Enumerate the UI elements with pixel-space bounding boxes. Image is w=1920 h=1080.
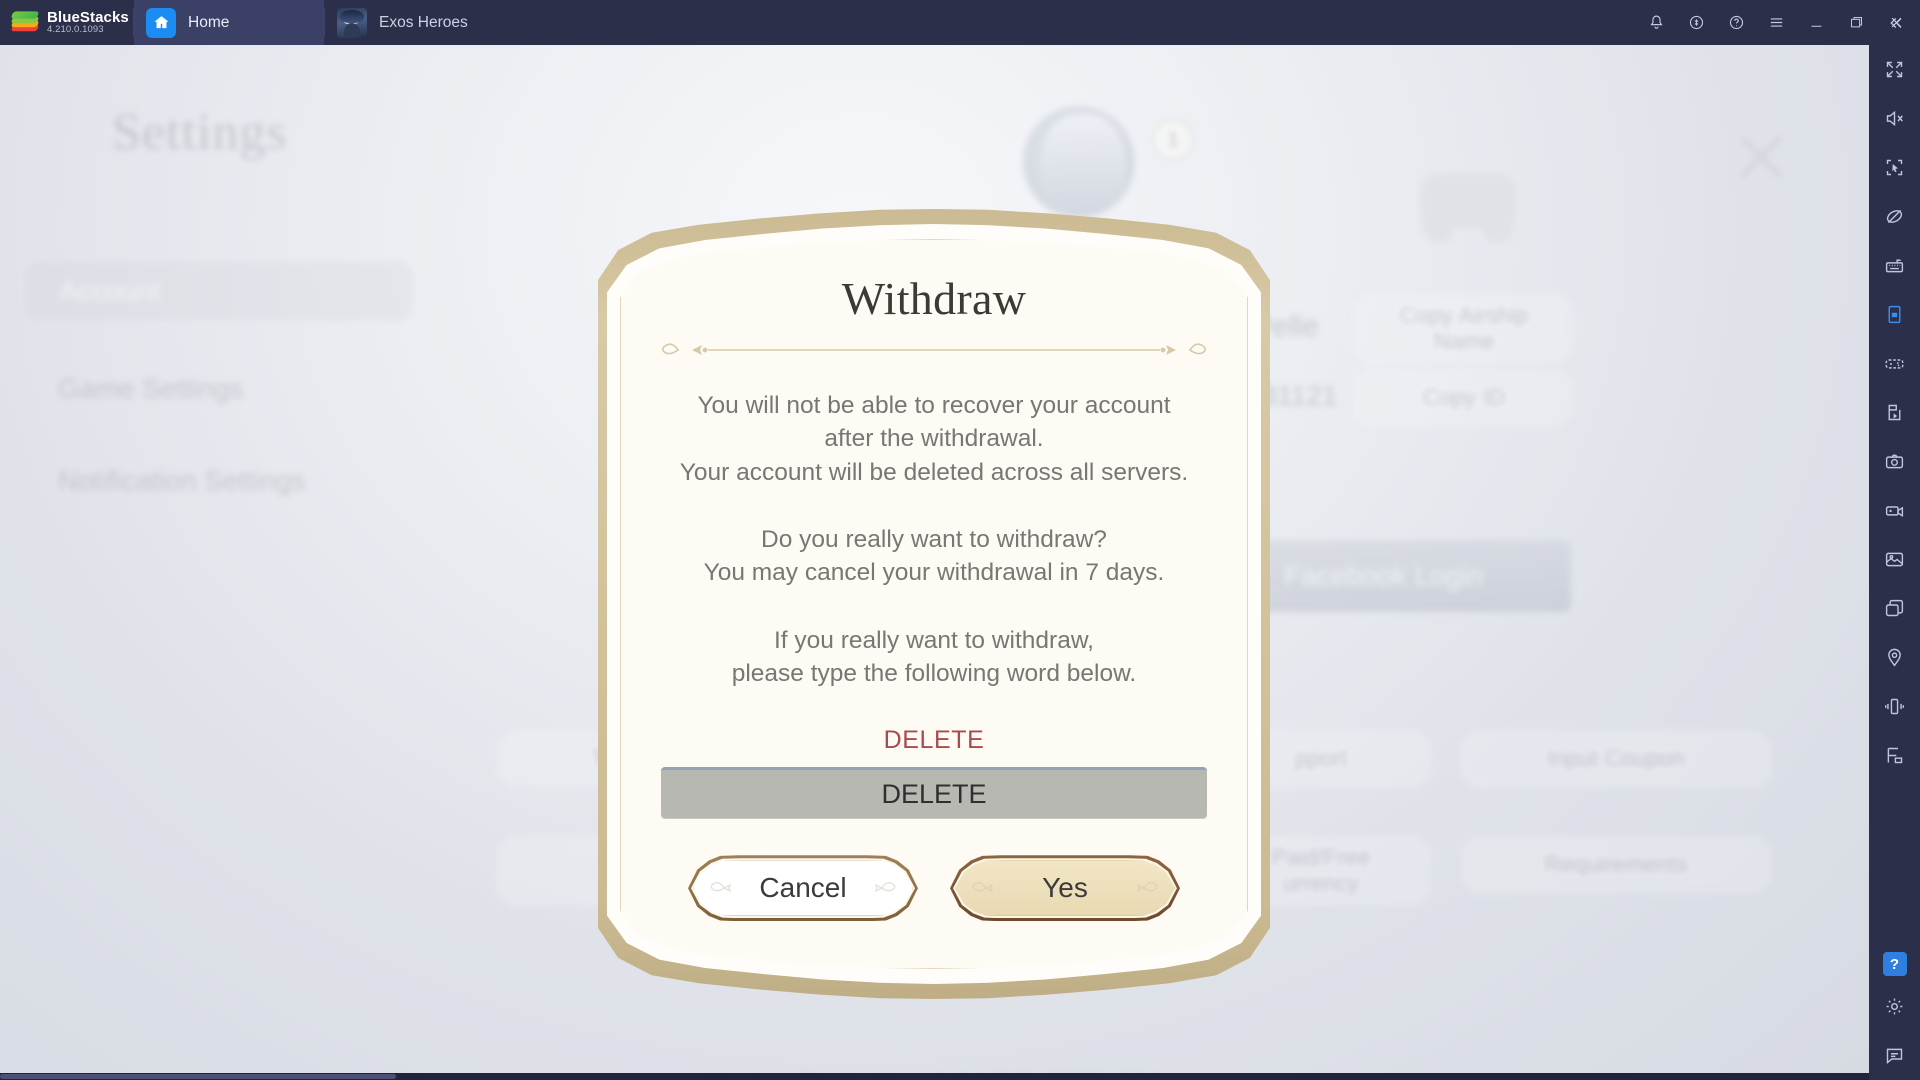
cancel-button-label: Cancel <box>759 872 847 904</box>
fleur-ornament-icon <box>1136 877 1166 899</box>
feedback-icon[interactable] <box>1869 1031 1920 1080</box>
record-icon[interactable] <box>1869 486 1920 535</box>
dialog-actions: Cancel Yes <box>688 855 1180 922</box>
gamepad-icon[interactable] <box>1869 339 1920 388</box>
rotate-lock-icon[interactable] <box>1869 192 1920 241</box>
bluestacks-brand: BlueStacks 4.210.0.1093 <box>0 0 133 45</box>
media-manager-icon[interactable] <box>1869 535 1920 584</box>
tab-exos-heroes[interactable]: Exos Heroes <box>325 0 515 45</box>
game-viewport: Settings Account Game Settings Notificat… <box>0 45 1869 1080</box>
confirm-yes-button-label: Yes <box>1042 872 1088 904</box>
tab-home[interactable]: Home <box>134 0 324 45</box>
gear-icon[interactable] <box>1869 982 1920 1031</box>
brand-name: BlueStacks <box>47 8 129 26</box>
dialog-title: Withdraw <box>841 273 1027 324</box>
tab-label: Home <box>188 13 230 31</box>
dialog-paragraph-1: You will not be able to recover your acc… <box>679 392 1189 486</box>
emulator-sidebar: ? <box>1869 45 1920 1080</box>
multi-instance-icon[interactable] <box>1869 584 1920 633</box>
horizontal-scrollbar[interactable] <box>0 1073 1869 1080</box>
screenshot-icon[interactable] <box>1869 437 1920 486</box>
confirm-word-input[interactable] <box>661 767 1207 820</box>
collapse-sidebar-button[interactable] <box>1869 0 1920 45</box>
scrollbar-thumb[interactable] <box>0 1074 396 1079</box>
withdraw-dialog: Withdraw You will not be able to recover… <box>598 209 1270 999</box>
help-badge[interactable]: ? <box>1882 952 1907 976</box>
dialog-content: Withdraw You will not be able to recover… <box>620 239 1248 969</box>
coins-icon[interactable] <box>1676 0 1716 45</box>
macro-list-icon[interactable] <box>1869 731 1920 780</box>
emulator-titlebar: BlueStacks 4.210.0.1093 Home Exos Heroes <box>0 0 1920 45</box>
notifications-icon[interactable] <box>1636 0 1676 45</box>
location-icon[interactable] <box>1869 633 1920 682</box>
dialog-paragraph-3: If you really want to withdraw, please t… <box>731 626 1137 687</box>
shake-icon[interactable] <box>1869 682 1920 731</box>
cursor-capture-icon[interactable] <box>1869 143 1920 192</box>
ornamental-divider-icon <box>644 337 1224 363</box>
brand-version: 4.210.0.1093 <box>47 24 104 36</box>
game-avatar <box>337 7 367 38</box>
macro-icon[interactable] <box>1869 388 1920 437</box>
confirm-word-label: DELETE <box>883 726 985 755</box>
confirm-yes-button[interactable]: Yes <box>950 855 1180 922</box>
fleur-ornament-icon <box>964 877 994 899</box>
tablet-mode-icon[interactable] <box>1869 290 1920 339</box>
fleur-ornament-icon <box>702 877 732 899</box>
help-icon[interactable] <box>1716 0 1756 45</box>
mute-icon[interactable] <box>1869 94 1920 143</box>
home-icon <box>146 7 176 38</box>
fleur-ornament-icon <box>874 877 904 899</box>
keyboard-icon[interactable] <box>1869 241 1920 290</box>
dialog-paragraph-2: Do you really want to withdraw? You may … <box>703 525 1165 587</box>
bluestacks-logo-icon <box>10 10 40 36</box>
tab-label: Exos Heroes <box>379 13 468 31</box>
menu-icon[interactable] <box>1756 0 1796 45</box>
fullscreen-icon[interactable] <box>1869 45 1920 94</box>
minimize-button[interactable] <box>1796 0 1836 45</box>
cancel-button[interactable]: Cancel <box>688 855 918 922</box>
